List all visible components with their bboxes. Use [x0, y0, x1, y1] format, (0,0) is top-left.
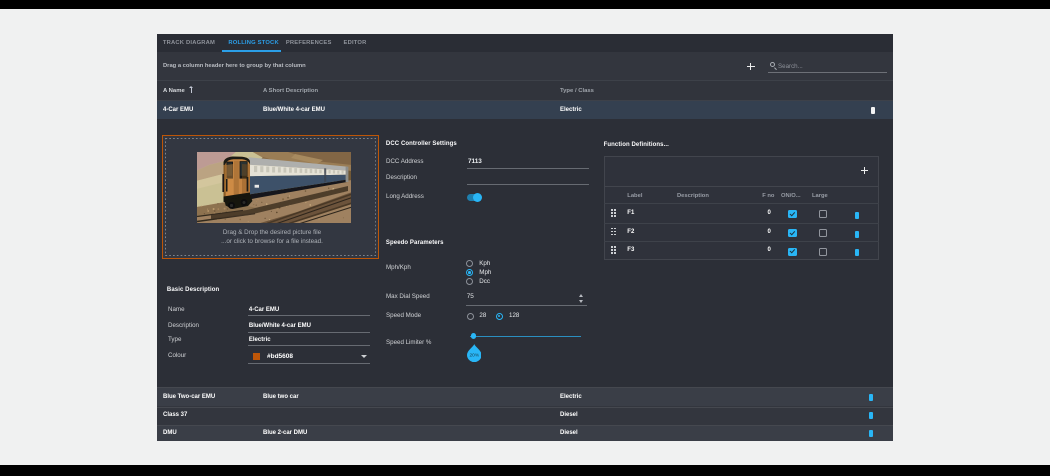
svg-text:20%: 20% [469, 352, 479, 358]
